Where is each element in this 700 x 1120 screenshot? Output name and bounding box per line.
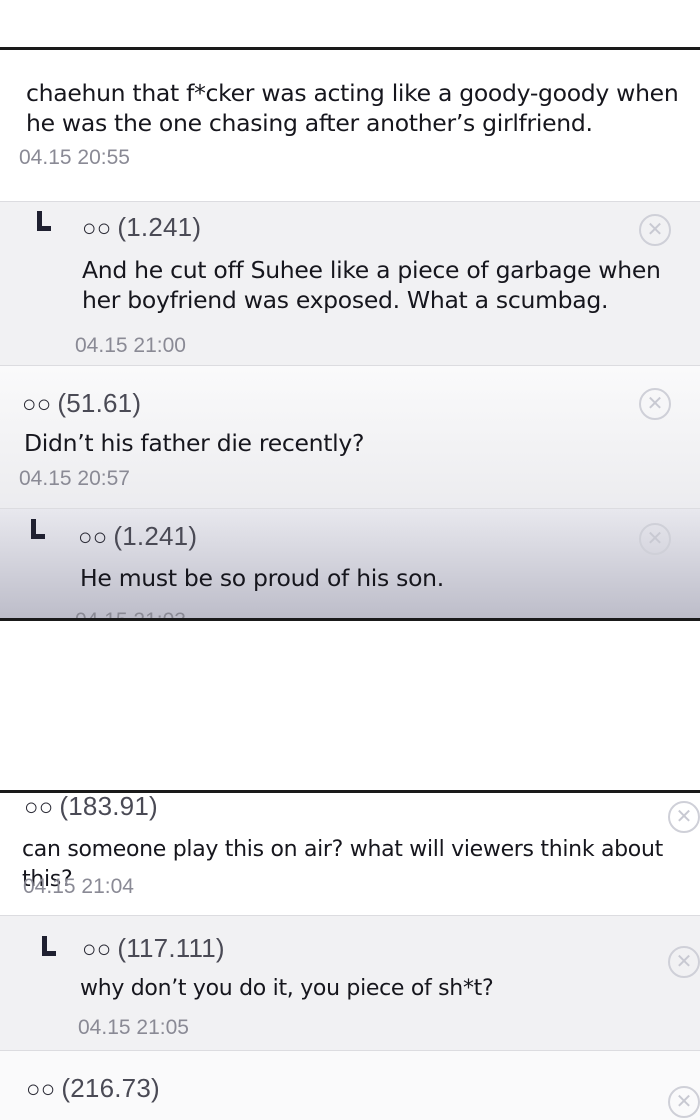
- delete-icon[interactable]: ✕: [668, 801, 700, 833]
- comment-score: (216.73): [61, 1073, 160, 1103]
- reply-text: He must be so proud of his son.: [80, 564, 444, 592]
- delete-icon[interactable]: ✕: [639, 523, 671, 555]
- comment-timestamp: 04.15 20:55: [19, 146, 130, 169]
- reply-timestamp: 04.15 21:00: [75, 334, 186, 357]
- comment-panel-top: ○○ (122.153) ✕ chaehun that f*cker was a…: [0, 47, 700, 621]
- comment-meta: ○○ (183.91): [24, 791, 158, 822]
- reply-text: And he cut off Suhee like a piece of gar…: [82, 256, 661, 314]
- reply-score: (117.111): [117, 933, 225, 963]
- anon-circles: ○○: [24, 794, 54, 821]
- comment-item: ○○ (183.91) ✕ can someone play this on ai…: [0, 793, 700, 915]
- anon-circles: ○○: [22, 391, 52, 418]
- reply-score: (1.241): [113, 521, 198, 551]
- reply-meta: ○○ (1.241): [78, 521, 197, 552]
- reply-timestamp: 04.15 21:03: [75, 609, 186, 621]
- reply-item: ○○ (1.241) ✕ And he cut off Suhee like a …: [0, 201, 700, 365]
- anon-circles: ○○: [78, 524, 108, 551]
- delete-icon[interactable]: ✕: [639, 214, 671, 246]
- comment-score: (51.61): [57, 388, 142, 418]
- reply-meta: ○○ (1.241): [82, 212, 201, 243]
- comment-item: chaehun that f*cker was acting like a go…: [0, 50, 700, 201]
- comment-item: ○○ (51.61) ✕ Didn’t his father die recent…: [0, 365, 700, 508]
- comment-timestamp: 04.15 21:04: [23, 875, 134, 898]
- comment-item: ○○ (216.73) ✕: [0, 1050, 700, 1120]
- delete-icon[interactable]: ✕: [639, 388, 671, 420]
- comment-text: chaehun that f*cker was acting like a go…: [26, 79, 679, 137]
- comment-meta: ○○ (216.73): [26, 1073, 160, 1104]
- comment-text: Didn’t his father die recently?: [24, 429, 365, 457]
- reply-corner-icon: [42, 936, 56, 956]
- reply-item: ○○ (1.241) ✕ He must be so proud of his s…: [0, 508, 700, 621]
- reply-timestamp: 04.15 21:05: [78, 1016, 189, 1039]
- reply-text: why don’t you do it, you piece of sh*t?: [80, 976, 494, 1001]
- comment-timestamp: 04.15 20:57: [19, 467, 130, 490]
- comment-panel-bottom: ○○ (183.91) ✕ can someone play this on ai…: [0, 790, 700, 1120]
- reply-corner-icon: [37, 211, 51, 231]
- comment-score: (183.91): [59, 791, 158, 821]
- comment-meta: ○○ (51.61): [22, 388, 141, 419]
- anon-circles: ○○: [82, 936, 112, 963]
- delete-icon[interactable]: ✕: [668, 1086, 700, 1118]
- reply-score: (1.241): [117, 212, 202, 242]
- reply-corner-icon: [31, 519, 45, 539]
- anon-circles: ○○: [82, 215, 112, 242]
- reply-meta: ○○ (117.111): [82, 933, 225, 964]
- anon-circles: ○○: [26, 1076, 56, 1103]
- reply-item: ○○ (117.111) ✕ why don’t you do it, you p…: [0, 915, 700, 1050]
